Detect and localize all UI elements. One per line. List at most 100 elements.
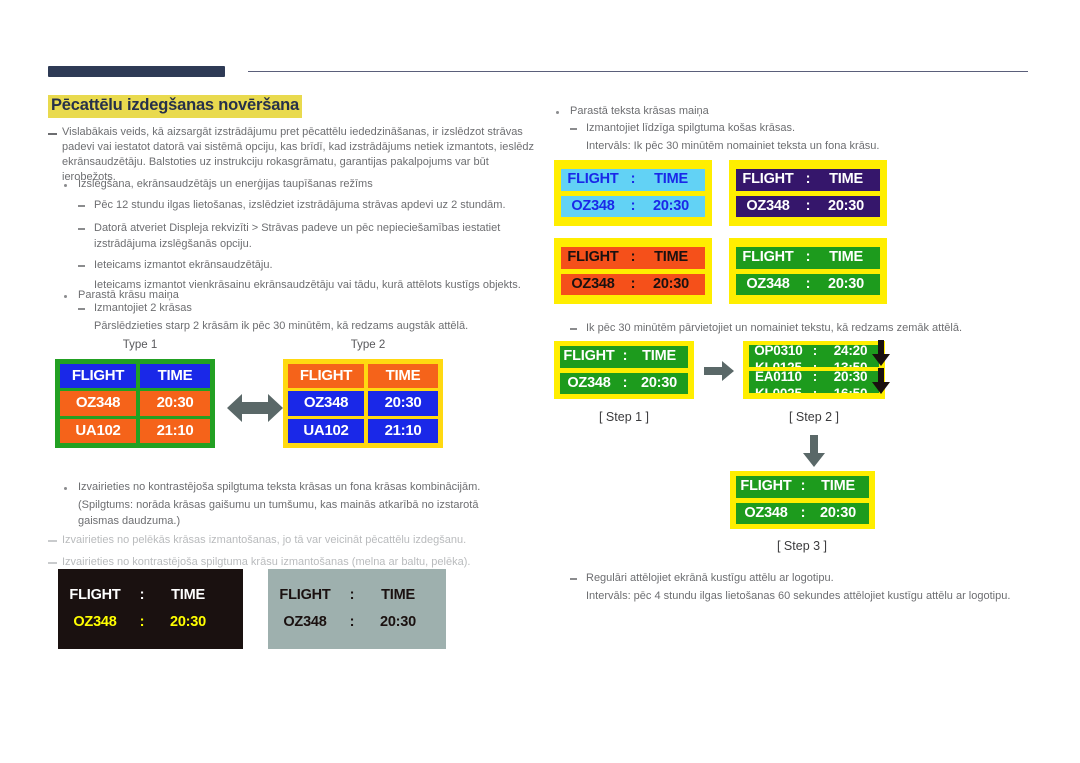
flight-board-step3: FLIGHT : TIME OZ348 : 20:30 <box>730 471 875 529</box>
board-cell-flight: OZ348 <box>288 391 364 416</box>
left-sub-2: Datorā atveriet Displeja rekvizīti > Str… <box>94 222 501 250</box>
board-separator: : <box>800 477 806 494</box>
board-cell-flight-header: FLIGHT <box>563 347 615 364</box>
board-cell-time-header: TIME <box>829 170 863 187</box>
bullet-dash-r2 <box>570 328 577 330</box>
bullet-dash-3 <box>78 265 85 267</box>
board-separator: : <box>139 586 145 603</box>
board-cell-time-header: TIME <box>821 477 855 494</box>
board-cell-time-header: TIME <box>654 170 688 187</box>
scroll-down-arrow-icon-1 <box>872 340 890 366</box>
board-cell-time: 21:10 <box>140 418 210 443</box>
header-thin-line <box>248 71 1028 72</box>
board-separator: : <box>630 197 636 214</box>
board-cell-time-header: TIME <box>140 364 210 389</box>
left-sub-4-note: Pārslēdzieties starp 2 krāsām ik pēc 30 … <box>94 320 469 332</box>
step1-label: [ Step 1 ] <box>598 410 650 424</box>
board-scroll-line: KL0025 : 16:50 <box>749 385 879 393</box>
board-cell-flight: OZ348 <box>746 275 790 292</box>
board-cell-flight: OZ348 <box>571 275 615 292</box>
flight-board-type1: FLIGHT TIME OZ348 20:30 UA102 21:10 <box>55 359 215 448</box>
bullet-dash-r1 <box>570 128 577 130</box>
board-cell-time: 20:30 <box>652 197 690 214</box>
flight-board-green: FLIGHT : TIME OZ348 : 20:30 <box>729 238 887 304</box>
board-cell-time: 13:50 <box>822 359 879 367</box>
bullet-dot-1 <box>64 184 67 187</box>
board-cell-time: 20:30 <box>379 613 417 630</box>
bullet-dot-2 <box>64 295 67 298</box>
page-title: Pēcattēlu izdegšanas novēršana <box>48 95 303 118</box>
left-faded-2: Izvairieties no kontrastējoša spilgtuma … <box>62 556 471 568</box>
board-cell-flight: OZ348 <box>571 197 615 214</box>
board-data-row: OZ348 : 20:30 <box>736 195 880 218</box>
board-separator: : <box>812 371 818 384</box>
flight-board-cyan: FLIGHT : TIME OZ348 : 20:30 <box>554 160 712 226</box>
board-cell-time-header: TIME <box>642 347 676 364</box>
board-scroll-bottom-window: EA0110 : 20:30 KL0025 : 16:50 <box>749 371 879 393</box>
board-cell-time: 16:50 <box>822 385 879 393</box>
document-page: Pēcattēlu izdegšanas novēršana Vislabāka… <box>0 0 1080 763</box>
board-cell-time: 20:30 <box>827 197 865 214</box>
board-cell-flight: OZ348 <box>60 391 136 416</box>
board-cell-flight: UA102 <box>60 418 136 443</box>
board-cell-time: 20:30 <box>827 275 865 292</box>
left-bullet-1: Izslēgšana, ekrānsaudzētājs un enerģijas… <box>78 178 373 190</box>
right-sub-1: Izmantojiet līdzīga spilgtuma košas krās… <box>586 122 796 134</box>
board-separator: : <box>349 586 355 603</box>
board-header-row: FLIGHT TIME <box>60 364 210 389</box>
board-separator: : <box>805 170 811 187</box>
board-cell-flight-header: FLIGHT <box>567 170 619 187</box>
board-cell-flight: OP0310 <box>754 345 803 358</box>
board-cell-flight-header: FLIGHT <box>742 170 794 187</box>
board-cell-time: 20:30 <box>640 374 678 391</box>
board-cell-time: 20:30 <box>652 275 690 292</box>
board-scroll-line: KL0125 : 13:50 <box>749 359 879 367</box>
board-separator: : <box>805 248 811 265</box>
right-sub-3-note: Intervāls: pēc 4 stundu ilgas lietošanas… <box>586 590 1011 602</box>
step2-label: [ Step 2 ] <box>788 410 840 424</box>
arrow-right-icon <box>704 361 734 381</box>
bullet-dash-r3 <box>570 578 577 580</box>
board-cell-time: 20:30 <box>368 391 438 416</box>
board-cell-flight: UA102 <box>288 418 364 443</box>
board-cell-flight-header: FLIGHT <box>740 477 792 494</box>
board-separator: : <box>349 613 355 630</box>
board-cell-time-header: TIME <box>654 248 688 265</box>
board-cell-flight-header: FLIGHT <box>60 364 136 389</box>
board-separator: : <box>630 248 636 265</box>
board-scroll-top-window: OP0310 : 24:20 KL0125 : 13:50 <box>749 345 879 367</box>
flight-board-gray: FLIGHT : TIME OZ348 : 20:30 <box>268 569 446 649</box>
type1-label: Type 1 <box>122 339 158 351</box>
left-bullet-3: Izvairieties no kontrastējoša spilgtuma … <box>78 481 481 493</box>
board-data-row: OZ348 : 20:30 <box>560 372 688 395</box>
board-cell-time-header: TIME <box>171 586 205 603</box>
board-data-row: OZ348 : 20:30 <box>736 273 880 296</box>
bullet-dash-2 <box>78 228 85 230</box>
board-cell-flight: KL0025 <box>749 385 808 393</box>
flight-board-step2: OP0310 : 24:20 KL0125 : 13:50 EA0110 : 2… <box>743 341 885 399</box>
board-cell-flight-header: FLIGHT <box>567 248 619 265</box>
board-separator: : <box>800 504 806 521</box>
board-cell-flight-header: FLIGHT <box>279 586 331 603</box>
board-header-row: FLIGHT : TIME <box>560 345 688 368</box>
right-sub-1-note: Intervāls: Ik pēc 30 minūtēm nomainiet t… <box>586 140 880 152</box>
board-cell-flight: OZ348 <box>744 504 788 521</box>
board-scroll-line: EA0110 : 20:30 <box>749 371 879 385</box>
board-separator: : <box>812 345 818 358</box>
board-separator: : <box>630 275 636 292</box>
board-data-row: OZ348 20:30 <box>60 391 210 416</box>
board-separator: : <box>808 385 822 393</box>
left-bullet-3-note: (Spilgtums: norāda krāsas gaišumu un tum… <box>78 499 479 527</box>
right-sub-3: Regulāri attēlojiet ekrānā kustīgu attēl… <box>586 572 834 584</box>
board-cell-flight-header: FLIGHT <box>288 364 364 389</box>
board-cell-time-header: TIME <box>368 364 438 389</box>
board-cell-time-header: TIME <box>381 586 415 603</box>
bullet-dash-4 <box>78 308 85 310</box>
board-data-row: OZ348 : 20:30 <box>58 612 243 634</box>
faded-dash-1 <box>48 540 57 542</box>
board-header-row: FLIGHT : TIME <box>561 246 705 269</box>
board-data-row: OZ348 20:30 <box>288 391 438 416</box>
board-header-row: FLIGHT : TIME <box>736 168 880 191</box>
board-cell-time: 20:30 <box>140 391 210 416</box>
board-cell-flight: EA0110 <box>754 371 802 384</box>
